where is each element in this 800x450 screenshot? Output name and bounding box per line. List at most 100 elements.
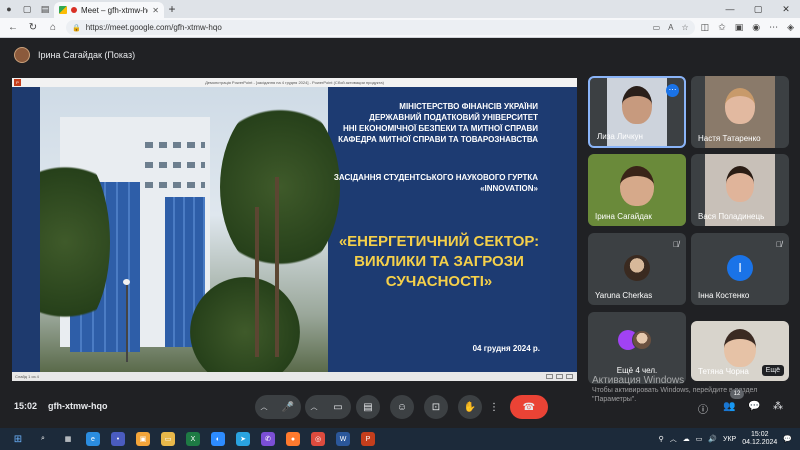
viber-icon[interactable]: ✆ xyxy=(261,432,275,446)
ministry-line: ДЕРЖАВНИЙ ПОДАТКОВИЙ УНІВЕРСИТЕТ xyxy=(369,113,538,122)
zoom-icon[interactable]: • xyxy=(111,432,125,446)
more-options-button[interactable]: ⋮ xyxy=(486,395,502,419)
presenter-label: Ірина Сагайдак (Показ) xyxy=(38,50,136,60)
store-icon[interactable]: ▣ xyxy=(136,432,150,446)
participant-tile[interactable]: Ірина Сагайдак xyxy=(588,154,686,226)
tray-clock[interactable]: 15:02 04.12.2024 xyxy=(742,431,777,447)
favorites-icon[interactable]: ✩ xyxy=(718,22,726,33)
file-explorer-icon[interactable]: ▭ xyxy=(161,432,175,446)
participant-tile[interactable]: ⋯ Лиза Личкун xyxy=(588,76,686,148)
raise-hand-button[interactable]: ✋ xyxy=(458,395,482,419)
vertical-tabs-icon[interactable]: ▤ xyxy=(36,0,54,18)
activities-icon[interactable]: ⁂ xyxy=(773,401,783,412)
home-icon[interactable]: ⌂ xyxy=(46,21,60,35)
menu-dots-icon[interactable]: ⋯ xyxy=(769,22,778,33)
presentation-slide: МІНІСТЕРСТВО ФІНАНСІВ УКРАЇНИ ДЕРЖАВНИЙ … xyxy=(40,87,550,372)
telegram-icon[interactable]: ➤ xyxy=(236,432,250,446)
chevron-up-icon[interactable]: ︿ xyxy=(670,434,677,444)
notifications-icon[interactable]: 💬 xyxy=(783,435,792,443)
participant-name: Вася Поладинець xyxy=(698,212,765,221)
url-text: https://meet.google.com/gfh-xtmw-hqo xyxy=(85,23,222,32)
excel-icon[interactable]: X xyxy=(186,432,200,446)
task-view-icon[interactable]: ▦ xyxy=(61,432,75,446)
ministry-line: КАФЕДРА МИТНОЇ СПРАВИ ТА ТОВАРОЗНАВСТВА xyxy=(338,135,538,144)
volume-icon[interactable]: 🔊 xyxy=(708,435,717,443)
camera-button[interactable]: ▭ xyxy=(326,395,350,419)
view-buttons xyxy=(546,374,577,379)
people-icon[interactable]: 👥 xyxy=(723,401,735,412)
people-count-badge: 12 xyxy=(730,389,744,399)
chrome-icon[interactable]: ◎ xyxy=(311,432,325,446)
video-settings-chevron-icon[interactable]: ︿ xyxy=(305,402,323,412)
minimize-icon[interactable]: — xyxy=(716,4,744,15)
more-options-icon[interactable]: ⋯ xyxy=(666,84,679,97)
copilot-icon[interactable]: ◈ xyxy=(787,22,794,33)
read-aloud-icon[interactable]: A xyxy=(668,23,673,32)
headline-line: СУЧАСНОСТІ» xyxy=(385,273,493,290)
firefox-icon[interactable]: ● xyxy=(286,432,300,446)
powerpoint-icon: P xyxy=(14,79,21,86)
mic-off-icon: 🎙̸ xyxy=(673,240,679,249)
participant-tile[interactable]: Тетяна Чорна Ещё xyxy=(691,321,789,381)
windows-start-icon[interactable]: ⊞ xyxy=(11,432,25,446)
tree-trunk xyxy=(255,207,259,357)
url-field[interactable]: 🔒 https://meet.google.com/gfh-xtmw-hqo ▭… xyxy=(66,20,695,35)
cloud-icon[interactable]: ☁ xyxy=(683,435,690,443)
camera-icon: ▭ xyxy=(333,401,343,413)
participant-tile[interactable]: Вася Поладинець xyxy=(691,154,789,226)
participant-avatar: І xyxy=(727,255,753,281)
meeting-line: ЗАСІДАННЯ СТУДЕНТСЬКОГО НАУКОВОГО ГУРТКА xyxy=(333,173,538,182)
word-icon[interactable]: W xyxy=(336,432,350,446)
captions-button[interactable]: ▤ xyxy=(356,395,380,419)
normal-view-icon xyxy=(546,374,553,379)
edge-icon[interactable]: e xyxy=(86,432,100,446)
mic-off-icon: 🎙̸ xyxy=(776,240,782,249)
collections-icon[interactable]: ▣ xyxy=(735,22,744,33)
close-window-icon[interactable]: ✕ xyxy=(772,4,800,15)
slide-headline: «ЕНЕРГЕТИЧНИЙ СЕКТОР: ВИКЛИКИ ТА ЗАГРОЗИ… xyxy=(334,232,544,292)
maximize-icon[interactable]: ▢ xyxy=(744,4,772,15)
meet-control-bar: 15:02 gfh-xtmw-hqo ︿ 🎤 ︿ ▭ ▤ ☺ ⊡ ✋ ⋮ ☎ ⓘ… xyxy=(0,392,800,422)
language-indicator[interactable]: УКР xyxy=(723,436,736,443)
tab-meet[interactable]: Meet – gfh-xtmw-hqo ✕ xyxy=(54,2,164,18)
new-tab-button[interactable]: + xyxy=(164,2,180,16)
chat-icon[interactable]: 💬 xyxy=(748,401,760,412)
profile-avatar-icon[interactable]: ◉ xyxy=(752,22,760,33)
meet-app-icon[interactable]: ◐ xyxy=(211,432,225,446)
leave-call-button[interactable]: ☎ xyxy=(510,395,548,419)
split-screen-icon[interactable]: ◫ xyxy=(701,22,710,33)
search-icon[interactable]: ⌕ xyxy=(36,432,50,446)
tray-date: 04.12.2024 xyxy=(742,439,778,446)
lock-icon[interactable]: 🔒 xyxy=(72,24,81,32)
ministry-line: МІНІСТЕРСТВО ФІНАНСІВ УКРАЇНИ xyxy=(399,102,538,111)
reactions-button[interactable]: ☺ xyxy=(390,395,414,419)
participant-tile[interactable]: 🎙̸ Yaruna Cherkas xyxy=(588,233,686,305)
present-button[interactable]: ⊡ xyxy=(424,395,448,419)
ppt-window-title: P Демонстрація PowerPoint - [засідання н… xyxy=(12,78,577,87)
cast-icon[interactable]: ▭ xyxy=(653,23,661,32)
battery-icon[interactable]: ▭ xyxy=(696,435,703,443)
microphone-icon: 🎤 xyxy=(281,401,295,413)
more-participants-tile[interactable]: Ещё 4 чел. xyxy=(588,312,686,384)
audio-settings-chevron-icon[interactable]: ︿ xyxy=(255,402,273,412)
participant-tile[interactable]: Настя Татаренко xyxy=(691,76,789,148)
reload-icon[interactable]: ↻ xyxy=(26,21,40,35)
participant-name: Інна Костенко xyxy=(698,291,750,300)
back-icon[interactable]: ← xyxy=(6,21,20,35)
favorite-star-icon[interactable]: ☆ xyxy=(681,23,688,32)
powerpoint-task-icon[interactable]: P xyxy=(361,432,375,446)
more-participants-label: Ещё 4 чел. xyxy=(616,366,658,375)
reading-view-icon xyxy=(566,374,573,379)
info-icon[interactable]: ⓘ xyxy=(698,401,708,416)
system-tray: ⚲ ︿ ☁ ▭ 🔊 УКР 15:02 04.12.2024 💬 xyxy=(659,428,792,450)
person-tray-icon[interactable]: ⚲ xyxy=(659,435,664,443)
participant-tile[interactable]: 🎙̸ І Інна Костенко xyxy=(691,233,789,305)
shared-screen: P Демонстрація PowerPoint - [засідання н… xyxy=(12,78,577,381)
participant-face xyxy=(724,329,756,367)
tab-actions-icon[interactable]: ▢ xyxy=(18,0,36,18)
close-tab-icon[interactable]: ✕ xyxy=(152,6,159,15)
profile-icon[interactable]: ● xyxy=(0,0,18,18)
present-screen-icon: ⊡ xyxy=(431,401,441,413)
microphone-button[interactable]: 🎤 xyxy=(276,395,300,419)
ministry-line: ННІ ЕКОНОМІЧНОЇ БЕЗПЕКИ ТА МИТНОЇ СПРАВИ xyxy=(343,124,538,133)
